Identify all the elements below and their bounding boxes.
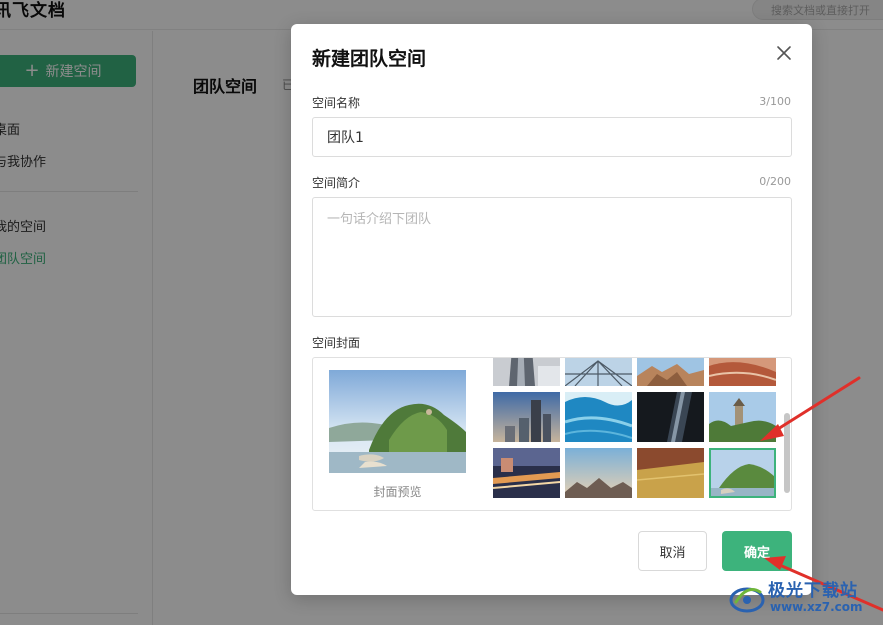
dialog-title: 新建团队空间 xyxy=(312,48,427,70)
cover-scrollbar[interactable] xyxy=(784,358,790,510)
watermark-title: 极光下载站 xyxy=(768,581,858,601)
cover-thumb-landscape-hill-river[interactable] xyxy=(709,448,776,498)
watermark: 极光下载站 www.xz7.com xyxy=(726,572,883,625)
name-counter: 3/100 xyxy=(759,95,791,108)
cover-preview-label: 封面预览 xyxy=(373,485,422,499)
cover-thumb-red-canyon[interactable] xyxy=(709,358,776,386)
name-label: 空间名称 xyxy=(312,96,361,110)
space-intro-textarea[interactable] xyxy=(312,197,792,317)
cover-label: 空间封面 xyxy=(312,336,361,350)
cover-thumb-building[interactable] xyxy=(493,358,560,386)
cover-picker: 封面预览 xyxy=(312,357,792,511)
cover-thumb-mountain-sunset[interactable] xyxy=(565,448,632,498)
watermark-url: www.xz7.com xyxy=(770,600,863,614)
new-team-space-dialog: 新建团队空间 空间名称 3/100 空间简介 0/200 空间封面 xyxy=(291,24,812,595)
aurora-logo-icon xyxy=(729,587,765,613)
space-name-input[interactable] xyxy=(312,117,792,157)
cover-thumb-golden-field[interactable] xyxy=(637,448,704,498)
cover-preview-image xyxy=(329,370,466,473)
cover-thumb-ocean[interactable] xyxy=(565,392,632,442)
cover-thumb-rock[interactable] xyxy=(637,358,704,386)
cover-thumb-glass-dome[interactable] xyxy=(565,358,632,386)
confirm-button[interactable]: 确定 xyxy=(722,531,792,571)
cover-thumb-tower-trees[interactable] xyxy=(709,392,776,442)
cover-thumb-skyscraper[interactable] xyxy=(493,392,560,442)
cancel-button[interactable]: 取消 xyxy=(638,531,707,571)
cover-thumb-dark-interior[interactable] xyxy=(637,392,704,442)
cover-thumbnail-grid xyxy=(493,358,777,510)
cover-scrollbar-thumb[interactable] xyxy=(784,413,790,493)
intro-counter: 0/200 xyxy=(759,175,791,188)
cover-thumb-night-street[interactable] xyxy=(493,448,560,498)
intro-label: 空间简介 xyxy=(312,176,361,190)
close-icon[interactable] xyxy=(775,44,793,62)
